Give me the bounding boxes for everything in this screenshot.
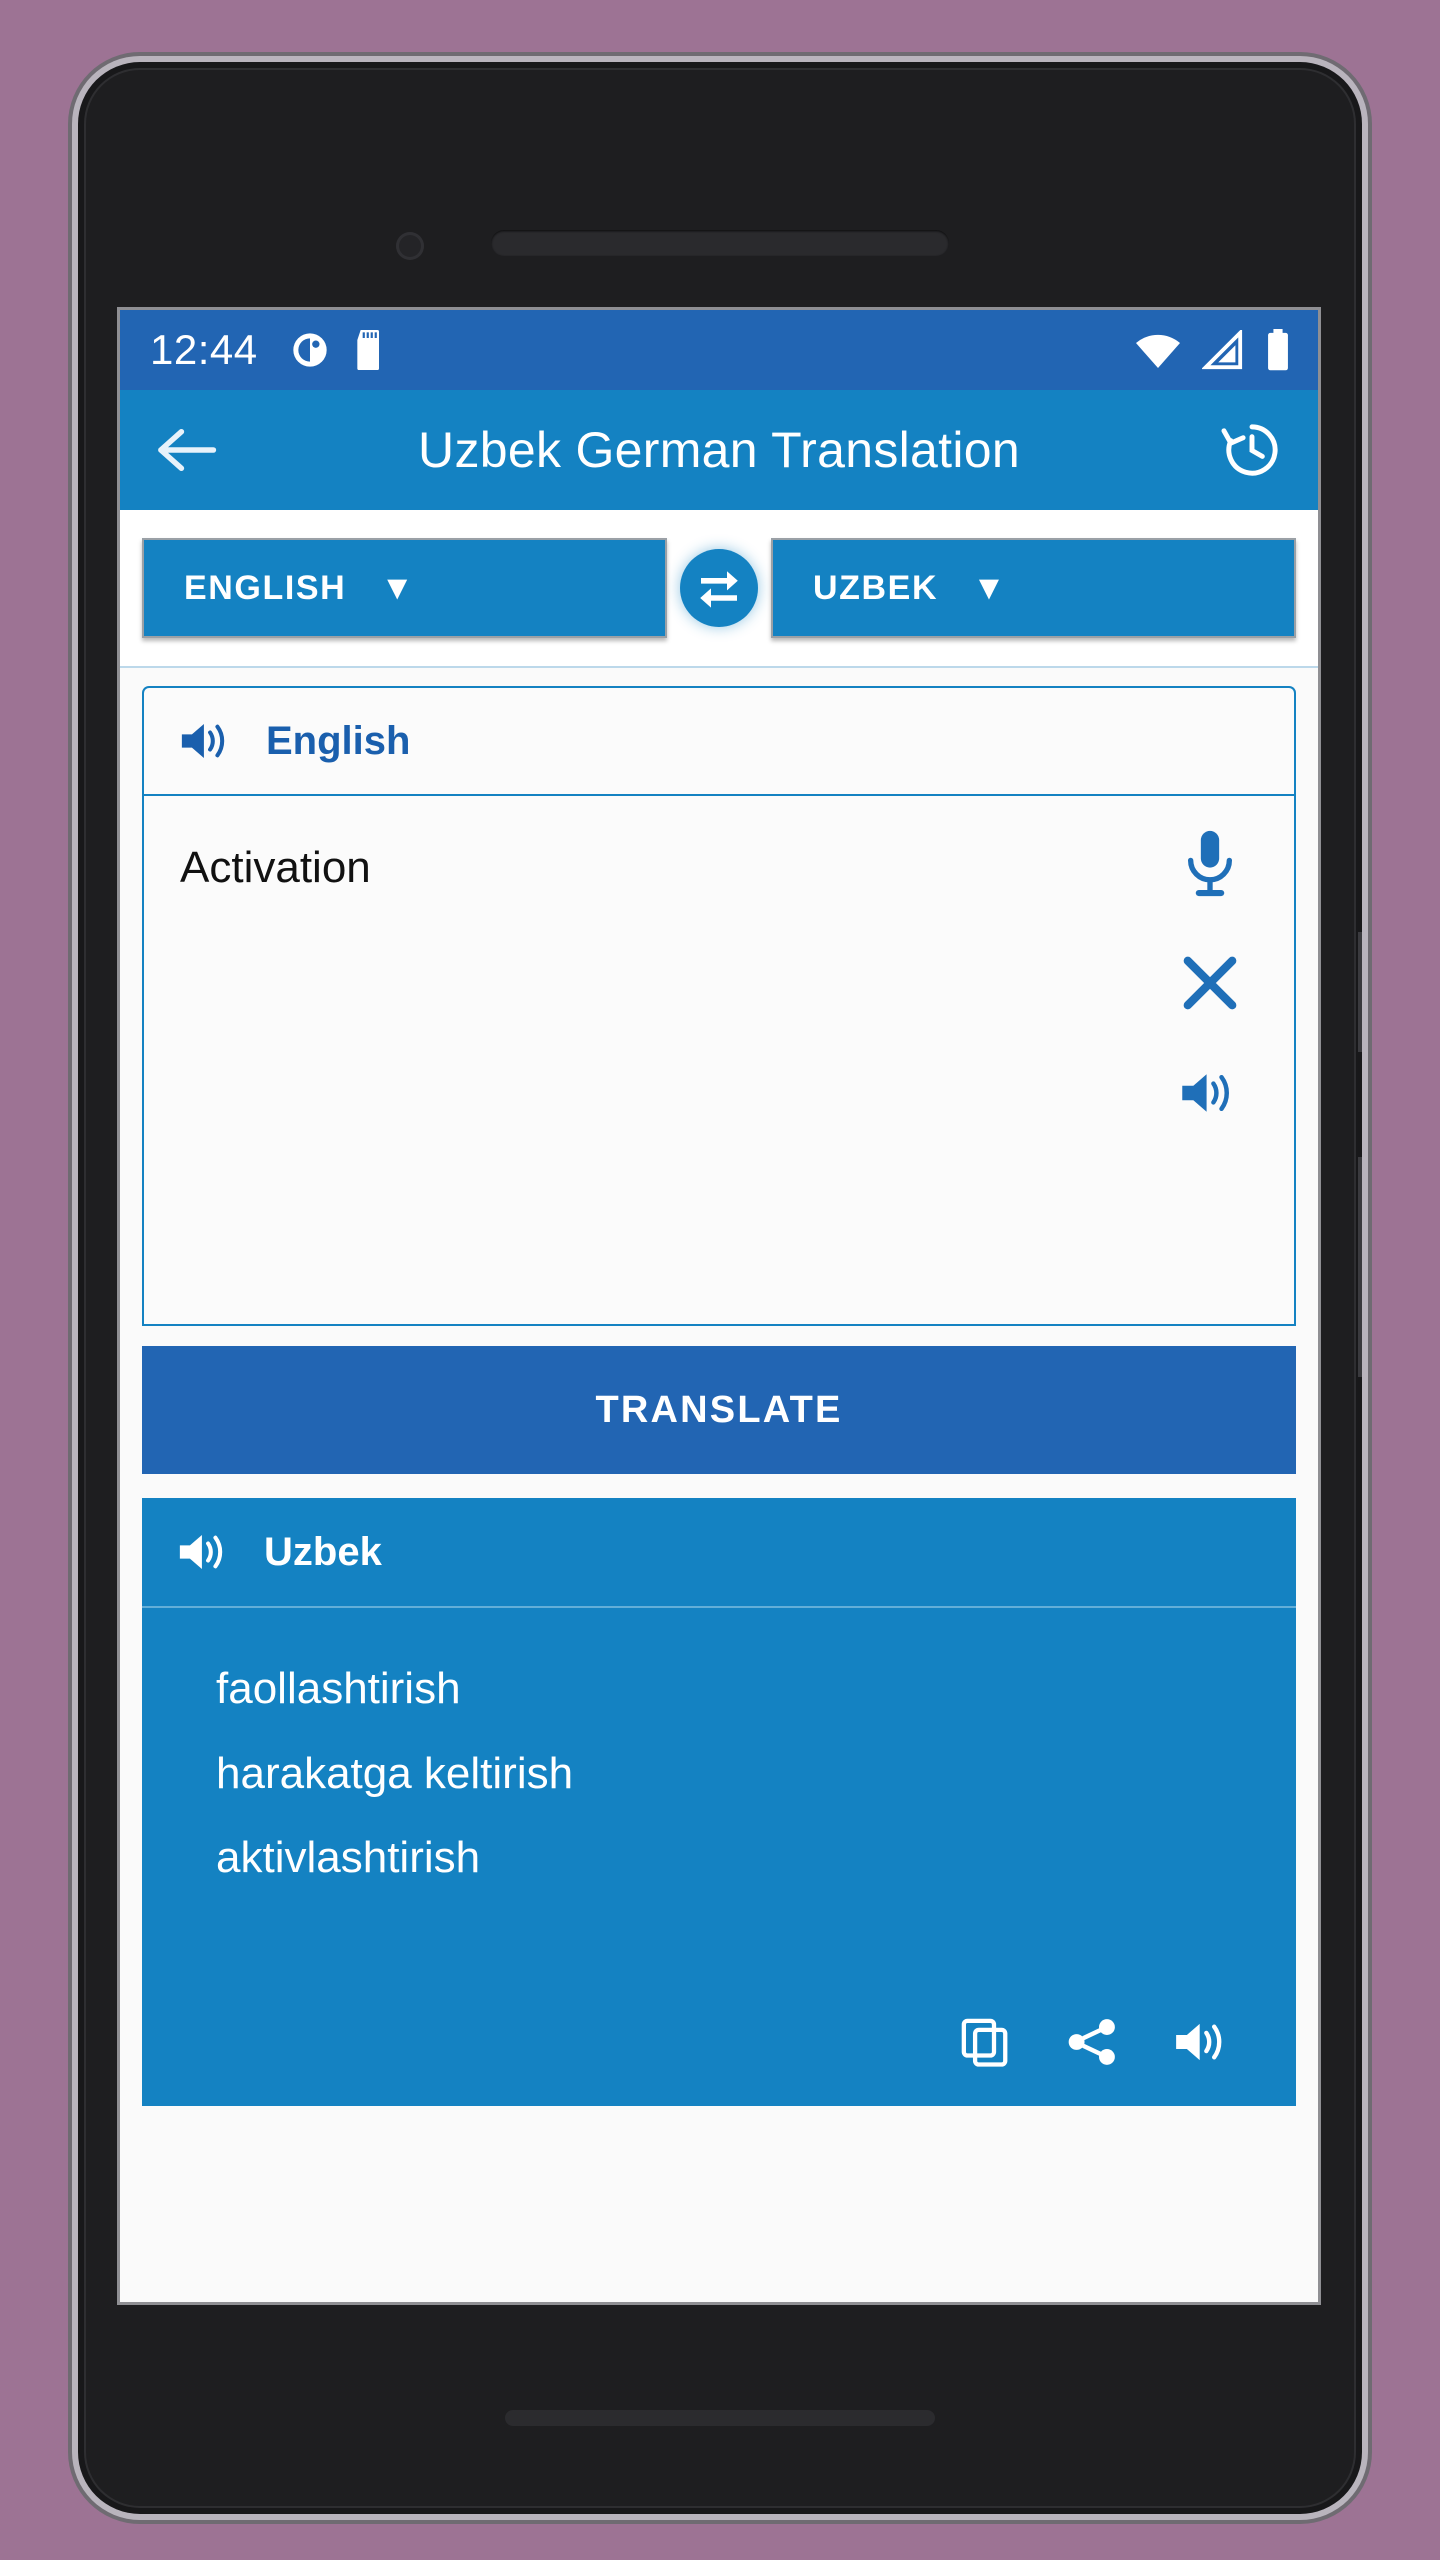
- list-item[interactable]: faollashtirish: [176, 1648, 1262, 1733]
- earpiece-speaker: [491, 230, 949, 256]
- source-language-label: ENGLISH: [184, 568, 347, 607]
- source-action-icons: [1126, 796, 1294, 1324]
- result-action-icons: [176, 1992, 1262, 2080]
- phone-screen: 12:44 Uzbek German Translation ENGLISH ▼…: [120, 310, 1318, 2302]
- chevron-down-icon: ▼: [972, 568, 1008, 607]
- target-language-dropdown[interactable]: UZBEK ▼: [771, 538, 1296, 638]
- battery-icon: [1264, 329, 1292, 371]
- status-bar-right-icons: [1134, 329, 1292, 371]
- speaker-icon[interactable]: [1172, 2016, 1234, 2068]
- power-button[interactable]: [1358, 1157, 1362, 1377]
- page-title: Uzbek German Translation: [418, 422, 1020, 478]
- status-bar: 12:44: [120, 310, 1318, 390]
- sd-card-icon: [352, 330, 386, 370]
- clear-icon[interactable]: [1179, 952, 1241, 1014]
- speaker-icon[interactable]: [178, 717, 236, 765]
- copy-icon[interactable]: [958, 2015, 1012, 2069]
- app-bar: Uzbek German Translation: [120, 390, 1318, 510]
- source-text-area[interactable]: Activation: [142, 794, 1296, 1326]
- chevron-down-icon: ▼: [380, 568, 416, 607]
- main-content: English Activation TRANSLATE Uzbek faoll…: [120, 668, 1318, 2302]
- screenshot-stage: 12:44 Uzbek German Translation ENGLISH ▼…: [0, 0, 1440, 2560]
- status-bar-left-icons: [290, 330, 386, 370]
- home-indicator-bar: [505, 2410, 935, 2426]
- history-icon[interactable]: [1220, 418, 1284, 482]
- list-item[interactable]: aktivlashtirish: [176, 1817, 1262, 1902]
- target-language-label: UZBEK: [813, 568, 939, 607]
- back-arrow-icon[interactable]: [154, 422, 218, 478]
- speaker-icon[interactable]: [1178, 1066, 1242, 1120]
- source-card-header: English: [142, 686, 1296, 794]
- speaker-icon[interactable]: [176, 1528, 234, 1576]
- source-input-text[interactable]: Activation: [144, 796, 1126, 1324]
- list-item[interactable]: harakatga keltirish: [176, 1733, 1262, 1818]
- result-text-area: faollashtirish harakatga keltirish aktiv…: [142, 1606, 1296, 2106]
- source-card-label: English: [266, 718, 411, 763]
- share-icon[interactable]: [1064, 2014, 1120, 2070]
- translate-button[interactable]: TRANSLATE: [142, 1346, 1296, 1474]
- language-selector-row: ENGLISH ▼ UZBEK ▼: [120, 510, 1318, 668]
- result-card-label: Uzbek: [264, 1529, 382, 1574]
- source-language-dropdown[interactable]: ENGLISH ▼: [142, 538, 667, 638]
- swap-horizontal-icon: [680, 549, 758, 627]
- status-bar-clock: 12:44: [150, 326, 258, 373]
- volume-button[interactable]: [1358, 932, 1362, 1052]
- microphone-icon[interactable]: [1182, 828, 1238, 900]
- cellular-signal-icon: [1202, 330, 1244, 370]
- wifi-icon: [1134, 330, 1182, 370]
- front-camera-icon: [396, 232, 424, 260]
- alarm-clock-icon: [290, 330, 330, 370]
- swap-languages-button[interactable]: [667, 536, 771, 640]
- result-card-header: Uzbek: [142, 1498, 1296, 1606]
- result-card: Uzbek faollashtirish harakatga keltirish…: [142, 1498, 1296, 2106]
